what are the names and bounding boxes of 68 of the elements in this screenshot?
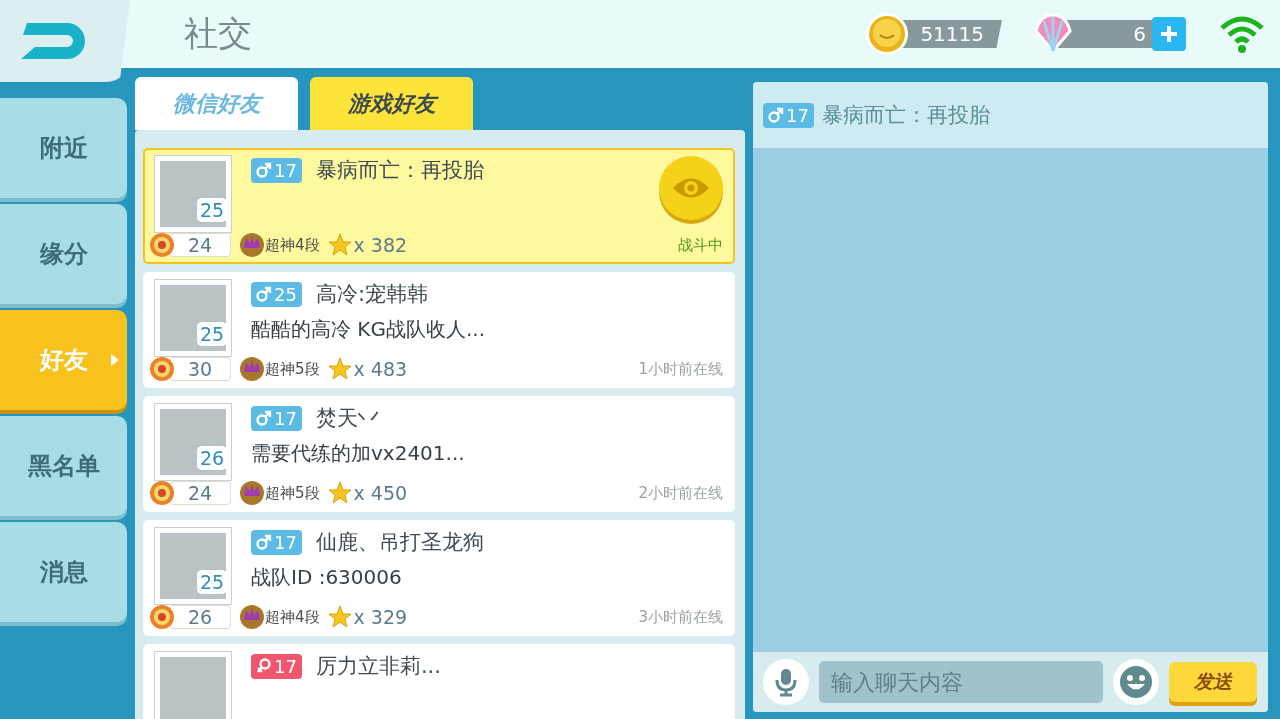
friends-tab[interactable]: 游戏好友: [310, 77, 473, 130]
friend-card[interactable]: 25 25 高冷:宠韩韩 酷酷的高冷 KG战队收人... 30 超神5段 x 483 1小时前在线: [143, 272, 735, 388]
star-count: x 382: [353, 234, 408, 256]
online-status: 1小时前在线: [638, 359, 723, 379]
chat-partner-name: 暴病而亡：再投胎: [821, 102, 990, 129]
page-title: 社交: [184, 12, 252, 55]
friend-card[interactable]: 25 17 仙鹿、吊打圣龙狗 战队ID :630006 26 超神4段 x 329 3小时前在线: [143, 520, 735, 636]
star-icon: [327, 357, 352, 381]
online-status: 3小时前在线: [638, 607, 723, 627]
tier-text: 超神5段: [265, 483, 320, 503]
male-icon: [256, 410, 272, 426]
wifi-icon: [1218, 14, 1266, 54]
age-text: 17: [786, 104, 809, 126]
medal-icon: [149, 356, 175, 382]
chat-input-field[interactable]: 输入聊天内容: [819, 661, 1103, 703]
medal-icon: [149, 604, 175, 630]
age-text: 17: [274, 159, 297, 181]
friend-card[interactable]: 26 17 焚天丷 需要代练的加vx2401... 24 超神5段 x 450 2小时前在线: [143, 396, 735, 512]
plus-icon: [1158, 23, 1180, 45]
crown-icon: [239, 604, 265, 630]
crown-icon: [239, 232, 265, 258]
crown-icon: [239, 356, 265, 382]
friend-card[interactable]: 17 厉力立非莉...: [143, 644, 735, 719]
age-text: 25: [274, 283, 297, 305]
microphone-button[interactable]: [763, 659, 809, 705]
star-icon: [327, 481, 352, 505]
friend-signature: 战队ID :630006: [251, 564, 403, 591]
star-icon: [327, 233, 352, 257]
watch-button[interactable]: [659, 156, 723, 220]
friend-card[interactable]: 25 17 暴病而亡：再投胎 24 超神4段 x 382 战斗中: [143, 148, 735, 264]
star-count: x 450: [353, 482, 408, 504]
star-count: x 329: [353, 606, 408, 628]
rank-level: 24: [169, 233, 231, 257]
friend-signature: 酷酷的高冷 KG战队收人...: [251, 316, 486, 343]
crown-icon: [239, 480, 265, 506]
male-icon: [768, 107, 784, 123]
level-badge: 25: [197, 322, 228, 346]
medal-icon: [149, 232, 175, 258]
female-icon: [256, 658, 272, 674]
emoji-button[interactable]: [1113, 659, 1159, 705]
coin-icon: [864, 11, 911, 57]
male-icon: [256, 534, 272, 550]
male-icon: [256, 162, 272, 178]
star-icon: [327, 605, 352, 629]
friend-name: 高冷:宠韩韩: [315, 281, 428, 308]
age-text: 17: [274, 407, 297, 429]
star-count: x 483: [353, 358, 408, 380]
level-badge: 26: [197, 446, 228, 470]
level-badge: 25: [197, 198, 228, 222]
level-badge: 25: [197, 570, 228, 594]
smiley-icon: [1119, 665, 1153, 699]
online-status: 战斗中: [678, 235, 723, 255]
age-text: 17: [274, 655, 297, 677]
online-status: 2小时前在线: [638, 483, 723, 503]
friend-signature: 需要代练的加vx2401...: [251, 440, 465, 467]
friend-name: 焚天丷: [315, 405, 379, 432]
microphone-icon: [774, 667, 798, 697]
tier-text: 超神4段: [265, 607, 320, 627]
tier-text: 超神4段: [265, 235, 320, 255]
age-text: 17: [274, 531, 297, 553]
tier-text: 超神5段: [265, 359, 320, 379]
male-icon: [256, 286, 272, 302]
medal-icon: [149, 480, 175, 506]
friend-name: 暴病而亡：再投胎: [315, 157, 484, 184]
back-button[interactable]: [0, 0, 130, 82]
friend-name: 仙鹿、吊打圣龙狗: [315, 529, 484, 556]
add-button[interactable]: [1152, 17, 1186, 51]
friend-name: 厉力立非莉...: [315, 653, 441, 680]
